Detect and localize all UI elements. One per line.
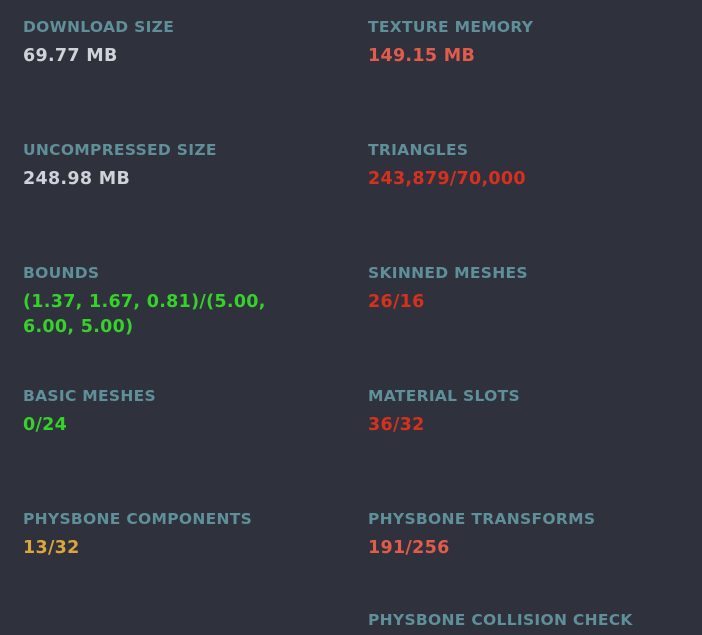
stat-label: BOUNDS [23,264,100,282]
stat-value: 36/32 [368,415,425,435]
stat-physbone-transforms: PHYSBONE TRANSFORMS 191/256 [368,509,688,561]
stat-value: 243,879/70,000 [368,169,526,189]
stat-physbone-collision-check: PHYSBONE COLLISION CHECK [368,610,688,630]
stat-download-size: DOWNLOAD SIZE 69.77 MB [23,17,343,69]
stat-value: 149.15 MB [368,46,476,66]
stat-uncompressed-size: UNCOMPRESSED SIZE 248.98 MB [23,140,343,192]
stat-label: DOWNLOAD SIZE [23,18,175,36]
stat-label: PHYSBONE COLLISION CHECK [368,611,633,629]
stat-skinned-meshes: SKINNED MESHES 26/16 [368,263,688,315]
stat-label: MATERIAL SLOTS [368,387,520,405]
stat-label: UNCOMPRESSED SIZE [23,141,217,159]
stat-value: 191/256 [368,538,450,558]
stat-label: PHYSBONE COMPONENTS [23,510,253,528]
stat-value: 0/24 [23,415,68,435]
stat-label: TEXTURE MEMORY [368,18,534,36]
performance-stats-panel: DOWNLOAD SIZE 69.77 MB TEXTURE MEMORY 14… [0,0,702,635]
stat-value: 26/16 [368,292,425,312]
stat-value: 13/32 [23,538,80,558]
stat-bounds: BOUNDS (1.37, 1.67, 0.81)/(5.00, 6.00, 5… [23,263,343,340]
stat-value: 69.77 MB [23,46,118,66]
stat-value: (1.37, 1.67, 0.81)/(5.00, 6.00, 5.00) [23,292,266,337]
stat-material-slots: MATERIAL SLOTS 36/32 [368,386,688,438]
stat-value: 248.98 MB [23,169,131,189]
stat-label: PHYSBONE TRANSFORMS [368,510,596,528]
stat-texture-memory: TEXTURE MEMORY 149.15 MB [368,17,688,69]
stat-basic-meshes: BASIC MESHES 0/24 [23,386,343,438]
stat-physbone-components: PHYSBONE COMPONENTS 13/32 [23,509,343,561]
stat-triangles: TRIANGLES 243,879/70,000 [368,140,688,192]
stat-label: BASIC MESHES [23,387,157,405]
stat-label: SKINNED MESHES [368,264,528,282]
stat-label: TRIANGLES [368,141,469,159]
